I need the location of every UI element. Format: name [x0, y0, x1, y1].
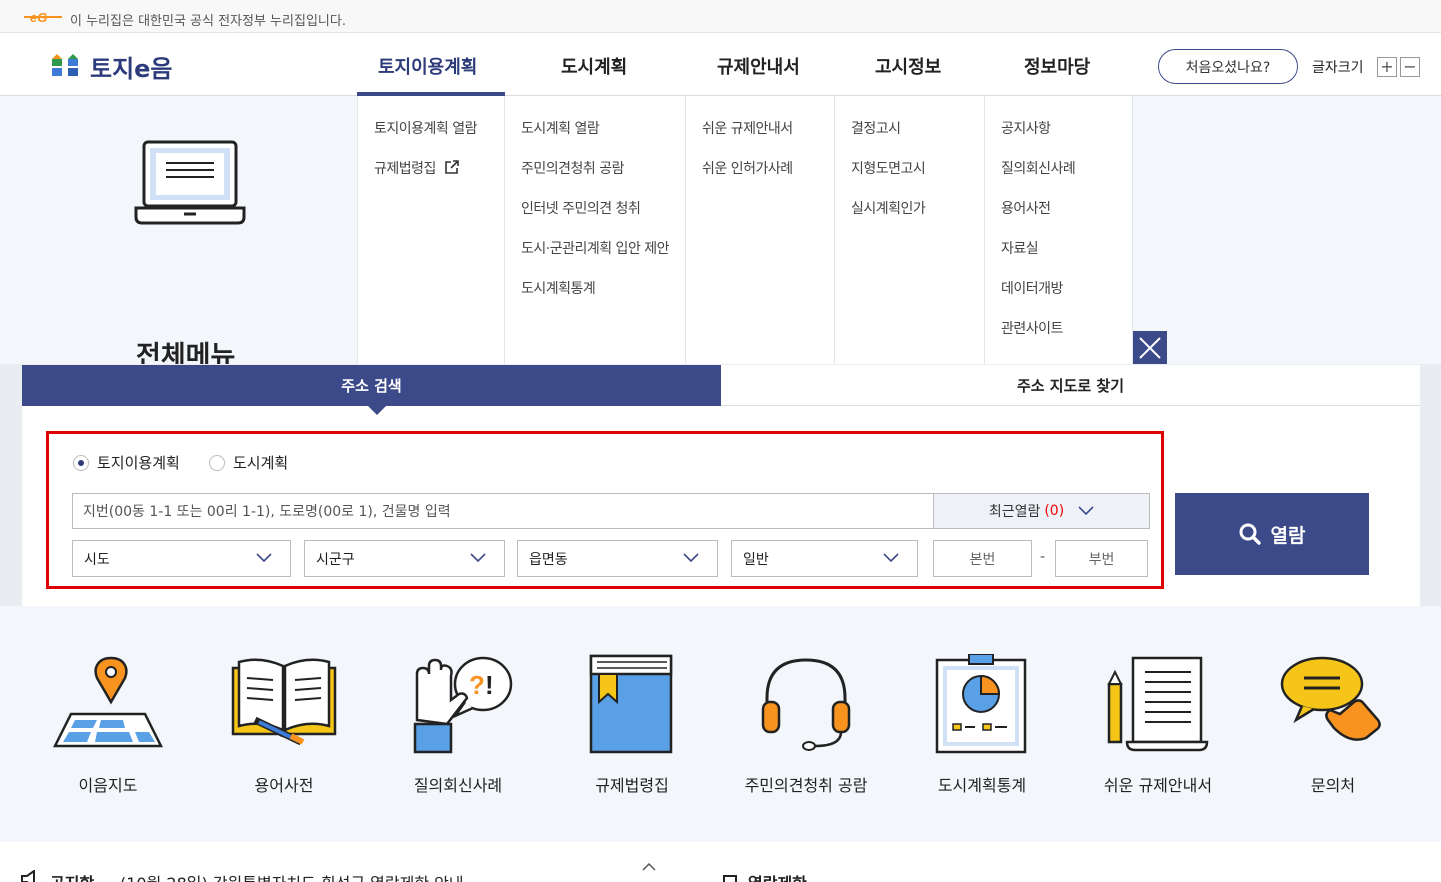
gov-banner: eG 이 누리집은 대한민국 공식 전자정부 누리집입니다.	[0, 0, 1441, 33]
select-sigungu[interactable]: 시군구	[304, 540, 505, 577]
menu-col-regulation: 쉬운 규제안내서 쉬운 인허가사례	[686, 96, 835, 364]
menu-glossary[interactable]: 용어사전	[1001, 198, 1051, 218]
menu-col-info: 공지사항 질의회신사례 용어사전 자료실 데이터개방 관련사이트	[985, 96, 1133, 364]
address-search-input[interactable]: 지번(00동 1-1 또는 00리 1-1), 도로명(00로 1), 건물명 …	[72, 493, 934, 529]
menu-online-hearing[interactable]: 인터넷 주민의견 청취	[521, 198, 641, 218]
external-link-icon	[445, 160, 459, 174]
logo[interactable]: 토지e음	[50, 51, 173, 83]
menu-col-land-use: 토지이용계획 열람 규제법령집	[357, 96, 505, 364]
close-icon	[1139, 337, 1161, 359]
menu-decision-notice[interactable]: 결정고시	[851, 118, 901, 138]
menu-urban-stats[interactable]: 도시계획통계	[521, 278, 596, 298]
lock-icon	[723, 875, 737, 882]
header: 토지e음 토지이용계획 도시계획 규제안내서 고시정보 정보마당 처음오셨나요?…	[0, 33, 1441, 96]
map-pin-icon	[53, 656, 163, 748]
search-button[interactable]: 열람	[1175, 493, 1369, 575]
nav-urban-plan[interactable]: 도시계획	[561, 53, 627, 79]
select-eupmyeondong[interactable]: 읍면동	[517, 540, 718, 577]
quick-link-regulation-laws[interactable]: 규제법령집	[562, 654, 702, 804]
tab-map-search[interactable]: 주소 지도로 찾기	[721, 365, 1420, 406]
tab-address-search[interactable]: 주소 검색	[22, 365, 721, 406]
nav-land-use-plan[interactable]: 토지이용계획	[378, 53, 477, 79]
sub-number-input[interactable]: 부번	[1055, 540, 1148, 577]
chevron-down-icon	[470, 553, 486, 563]
chevron-down-icon	[1078, 506, 1094, 516]
main-number-input[interactable]: 본번	[933, 540, 1032, 577]
recent-view-dropdown[interactable]: 최근열람 (0)	[933, 493, 1150, 529]
svg-text:?: ?	[469, 670, 485, 700]
quick-link-qa-cases[interactable]: ? ! 질의회신사례	[388, 654, 528, 804]
nav-notice-info[interactable]: 고시정보	[875, 53, 941, 79]
headset-icon	[761, 658, 851, 751]
document-pencil-icon	[1107, 656, 1209, 752]
menu-easy-permit-cases[interactable]: 쉬운 인허가사례	[702, 158, 793, 178]
menu-library[interactable]: 자료실	[1001, 238, 1039, 258]
menu-col-notice: 결정고시 지형도면고시 실시계획인가	[835, 96, 985, 364]
search-section: 주소 검색 주소 지도로 찾기 토지이용계획 도시계획 지번(00동 1-1 또…	[0, 364, 1441, 606]
active-tab-arrow	[368, 406, 386, 415]
logo-text: 토지e음	[90, 55, 173, 83]
menu-public-hearing[interactable]: 주민의견청취 공람	[521, 158, 625, 178]
restriction-label: 열람제한	[748, 870, 807, 882]
first-visit-button[interactable]: 처음오셨나요?	[1158, 49, 1298, 84]
font-decrease-button[interactable]: −	[1400, 57, 1420, 77]
open-book-icon	[231, 658, 337, 746]
svg-text:!: !	[485, 670, 494, 700]
menu-col-urban-plan: 도시계획 열람 주민의견청취 공람 인터넷 주민의견 청취 도시·군관리계획 입…	[505, 96, 686, 364]
quick-link-urban-stats[interactable]: 도시계획통계	[912, 654, 1052, 804]
font-increase-button[interactable]: +	[1377, 57, 1397, 77]
notice-text[interactable]: (10월 28일) 강원특별자치도 횡성군 열람제한 안내	[120, 870, 464, 882]
menu-topographic-notice[interactable]: 지형도면고시	[851, 158, 926, 178]
select-land-type[interactable]: 일반	[731, 540, 918, 577]
radio-checked-icon	[73, 454, 89, 471]
question-hand-icon: ? !	[413, 656, 513, 754]
quick-link-glossary[interactable]: 용어사전	[214, 654, 354, 804]
speaker-icon	[21, 870, 35, 882]
logo-houses-icon	[52, 54, 78, 76]
menu-regulation-laws[interactable]: 규제법령집	[374, 158, 460, 178]
radio-land-use-plan[interactable]: 토지이용계획	[73, 452, 180, 473]
menu-land-use-view[interactable]: 토지이용계획 열람	[374, 118, 478, 138]
radio-urban-plan[interactable]: 도시계획	[209, 452, 288, 473]
quick-link-eum-map[interactable]: 이음지도	[38, 654, 178, 804]
laptop-icon	[134, 140, 246, 225]
menu-implementation-approval[interactable]: 실시계획인가	[851, 198, 926, 218]
menu-qa-cases[interactable]: 질의회신사례	[1001, 158, 1076, 178]
chevron-down-icon	[683, 553, 699, 563]
notice-bar: 공지함 (10월 28일) 강원특별자치도 횡성군 열람제한 안내 열람제한	[0, 842, 1441, 882]
law-book-icon	[589, 654, 673, 754]
number-separator: -	[1040, 549, 1046, 565]
menu-plan-proposal[interactable]: 도시·군관리계획 입안 제안	[521, 238, 670, 258]
font-size-label: 글자크기	[1312, 60, 1364, 76]
stats-board-icon	[935, 654, 1027, 754]
quick-links: 이음지도 용어사전 ? ! 질의회신사례 규제법령집 주민의견청취 공람 도시계…	[0, 606, 1441, 842]
menu-related-sites[interactable]: 관련사이트	[1001, 318, 1063, 338]
chevron-up-icon[interactable]	[642, 862, 656, 871]
quick-link-public-hearing[interactable]: 주민의견청취 공람	[736, 654, 876, 804]
phone-bubble-icon	[1280, 656, 1381, 741]
svg-text:eG: eG	[30, 10, 47, 25]
menu-open-data[interactable]: 데이터개방	[1001, 278, 1063, 298]
nav-info-plaza[interactable]: 정보마당	[1024, 53, 1090, 79]
menu-announcements[interactable]: 공지사항	[1001, 118, 1051, 138]
menu-close-button[interactable]	[1133, 331, 1167, 365]
egov-logo-icon: eG	[24, 10, 62, 25]
menu-urban-plan-view[interactable]: 도시계획 열람	[521, 118, 600, 138]
radio-unchecked-icon	[209, 454, 225, 471]
nav-regulation-guide[interactable]: 규제안내서	[717, 53, 800, 79]
search-icon	[1239, 523, 1261, 545]
quick-link-easy-regulation[interactable]: 쉬운 규제안내서	[1088, 654, 1228, 804]
gov-banner-text: 이 누리집은 대한민국 공식 전자정부 누리집입니다.	[70, 14, 346, 29]
search-box: 주소 검색 주소 지도로 찾기 토지이용계획 도시계획 지번(00동 1-1 또…	[22, 365, 1420, 606]
quick-link-contact[interactable]: 문의처	[1263, 654, 1403, 804]
select-sido[interactable]: 시도	[72, 540, 291, 577]
menu-columns: 토지이용계획 열람 규제법령집 도시계획 열람 주민의견청취 공람 인터넷 주민…	[357, 96, 1133, 364]
chevron-down-icon	[256, 553, 272, 563]
notice-label: 공지함	[50, 870, 94, 882]
menu-easy-regulation[interactable]: 쉬운 규제안내서	[702, 118, 793, 138]
all-menu-panel: 전체메뉴 토지이용계획 열람 규제법령집 도시계획 열람 주민의견청취 공람 인…	[0, 96, 1441, 372]
chevron-down-icon	[883, 553, 899, 563]
